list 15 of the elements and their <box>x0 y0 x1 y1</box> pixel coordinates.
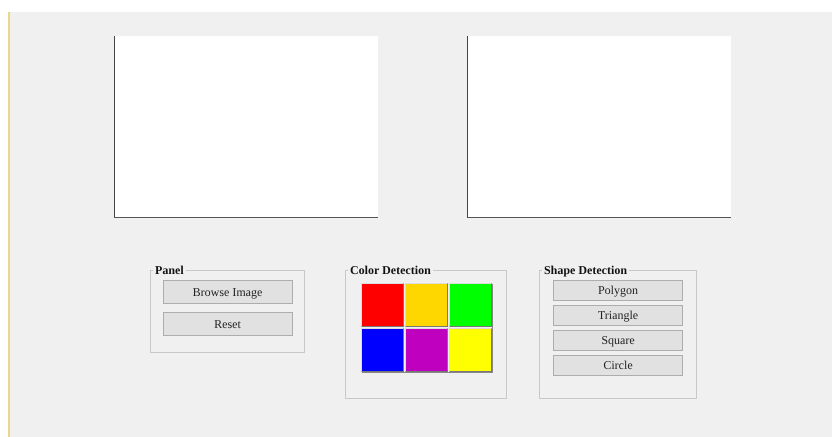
action-button[interactable]: Browse Image <box>162 280 292 304</box>
shape-button[interactable]: Triangle <box>553 305 683 326</box>
group-title: Shape Detection <box>543 263 628 278</box>
shape-button[interactable]: Polygon <box>553 280 683 301</box>
color-swatch-button[interactable] <box>448 283 492 327</box>
group-title: Panel <box>154 263 185 278</box>
color-swatch-button[interactable] <box>404 283 448 327</box>
shape-button[interactable]: Square <box>553 330 683 351</box>
color-swatch-button[interactable] <box>404 328 448 372</box>
color-swatch-button[interactable] <box>360 328 404 372</box>
color-swatch-button[interactable] <box>448 328 492 372</box>
group-title: Color Detection <box>349 263 432 278</box>
shape-button[interactable]: Circle <box>553 355 683 376</box>
action-button[interactable]: Reset <box>162 312 292 336</box>
color-swatch-button[interactable] <box>360 283 404 327</box>
